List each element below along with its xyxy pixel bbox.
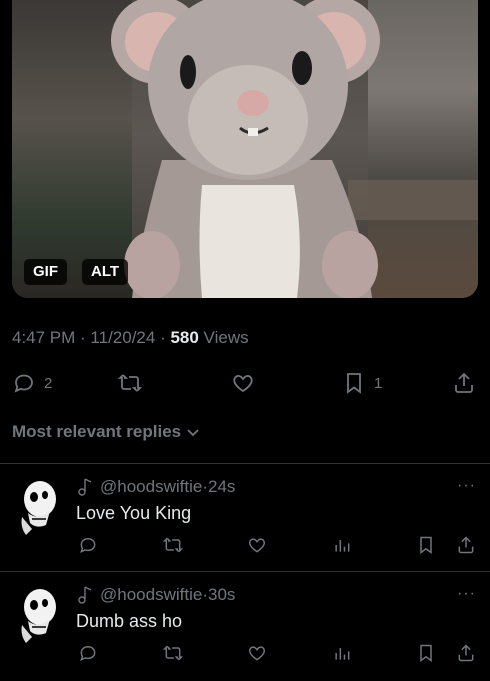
heart-icon	[248, 538, 266, 553]
reply-count: 2	[44, 374, 53, 392]
meta-separator: ·	[155, 328, 171, 347]
sort-label: Most relevant replies	[12, 422, 182, 441]
more-options-icon[interactable]: ···	[457, 477, 476, 495]
bookmark-button[interactable]: 1	[342, 366, 382, 400]
share-button[interactable]	[452, 366, 476, 400]
heart-icon	[248, 646, 266, 661]
like-button[interactable]	[247, 535, 267, 555]
more-options-icon[interactable]: ···	[457, 585, 476, 603]
tweet-action-bar: 2 1	[0, 366, 490, 400]
analytics-icon	[335, 648, 350, 660]
divider	[0, 571, 490, 572]
reply-icon	[80, 645, 96, 662]
analytics-button[interactable]	[332, 643, 352, 663]
bookmark-count: 1	[374, 374, 383, 392]
tweet-meta: 4:47 PM · 11/20/24 · 580 Views	[12, 328, 249, 348]
reply-action-bar	[0, 535, 490, 561]
replies-sort-dropdown[interactable]: Most relevant replies	[12, 422, 201, 442]
felted-mouse-image	[111, 0, 380, 298]
bookmark-button[interactable]	[416, 643, 436, 663]
reply-button[interactable]: 2	[12, 366, 52, 400]
repost-icon	[162, 645, 184, 661]
reply-time[interactable]: 30s	[208, 585, 235, 605]
music-note-icon	[78, 478, 92, 496]
share-button[interactable]	[456, 535, 476, 555]
tweet-date[interactable]: 11/20/24	[90, 328, 155, 347]
reply-text: Love You King	[76, 503, 192, 523]
repost-button[interactable]	[162, 535, 184, 555]
avatar[interactable]	[16, 479, 60, 537]
views-count: 580	[170, 328, 199, 347]
reply-item[interactable]: @hoodswiftie · 24s ··· Love You King	[0, 465, 490, 573]
reply-time[interactable]: 24s	[208, 477, 235, 497]
reply-text: Dumb ass ho	[76, 611, 183, 631]
bookmark-icon	[420, 644, 432, 662]
reply-icon	[14, 374, 33, 393]
reply-handle[interactable]: @hoodswiftie	[100, 585, 202, 605]
reply-button[interactable]	[78, 643, 98, 663]
tweet-media-gif[interactable]: GIF ALT	[12, 0, 478, 298]
share-button[interactable]	[456, 643, 476, 663]
reply-button[interactable]	[78, 535, 98, 555]
divider	[0, 463, 490, 464]
repost-icon	[162, 537, 184, 553]
chevron-down-icon	[187, 429, 199, 437]
reply-item[interactable]: @hoodswiftie · 30s ··· Dumb ass ho	[0, 573, 490, 681]
tweet-time[interactable]: 4:47 PM	[12, 328, 75, 347]
like-button[interactable]	[247, 643, 267, 663]
share-icon	[458, 536, 474, 554]
music-note-icon	[78, 586, 92, 604]
bookmark-icon	[420, 536, 432, 554]
analytics-button[interactable]	[332, 535, 352, 555]
bookmark-button[interactable]	[416, 535, 436, 555]
repost-icon	[118, 374, 142, 392]
heart-icon	[233, 375, 253, 393]
reply-header: @hoodswiftie · 30s	[76, 585, 235, 605]
repost-button[interactable]	[162, 643, 184, 663]
reply-action-bar	[0, 643, 490, 669]
reply-header: @hoodswiftie · 24s	[76, 477, 235, 497]
analytics-icon	[335, 540, 350, 552]
like-button[interactable]	[231, 366, 255, 400]
meta-separator: ·	[75, 328, 91, 347]
alt-badge[interactable]: ALT	[82, 259, 129, 285]
share-icon	[458, 644, 474, 662]
views-label: Views	[198, 328, 249, 347]
repost-button[interactable]	[118, 366, 142, 400]
reply-handle[interactable]: @hoodswiftie	[100, 477, 202, 497]
gif-badge: GIF	[24, 259, 67, 285]
avatar[interactable]	[16, 587, 60, 645]
bookmark-icon	[347, 373, 361, 394]
share-icon	[455, 372, 473, 393]
reply-icon	[80, 537, 96, 554]
